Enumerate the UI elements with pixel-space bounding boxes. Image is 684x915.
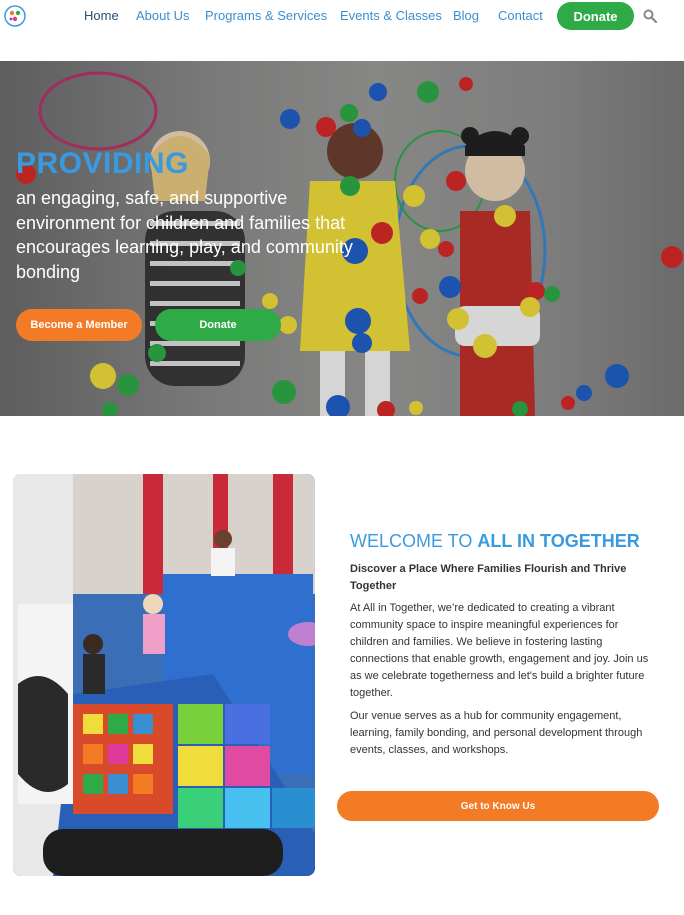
nav-about-us[interactable]: About Us bbox=[136, 8, 189, 23]
play-area-image bbox=[13, 474, 315, 876]
nav-blog[interactable]: Blog bbox=[453, 8, 479, 23]
nav-programs-services[interactable]: Programs & Services bbox=[205, 8, 327, 23]
nav-contact[interactable]: Contact bbox=[498, 8, 543, 23]
welcome-heading-strong: ALL IN TOGETHER bbox=[477, 531, 640, 551]
welcome-heading: WELCOME TO ALL IN TOGETHER bbox=[350, 531, 640, 552]
hero-subtitle: an engaging, safe, and supportive enviro… bbox=[16, 188, 353, 282]
nav-home[interactable]: Home bbox=[84, 8, 119, 23]
nav-events-classes[interactable]: Events & Classes bbox=[340, 8, 442, 23]
become-member-button[interactable]: Become a Member bbox=[16, 309, 142, 341]
top-navigation: Home About Us Programs & Services Events… bbox=[0, 0, 684, 34]
hero-title: PROVIDING bbox=[16, 147, 189, 180]
welcome-subheading: Discover a Place Where Families Flourish… bbox=[350, 563, 627, 592]
search-icon[interactable] bbox=[643, 9, 657, 23]
play-area-photo bbox=[13, 474, 315, 876]
welcome-paragraph-1: At All in Together, we’re dedicated to c… bbox=[350, 602, 649, 699]
welcome-heading-prefix: WELCOME TO bbox=[350, 531, 478, 551]
logo-icon[interactable] bbox=[3, 4, 27, 28]
hero-donate-button[interactable]: Donate bbox=[155, 309, 281, 341]
donate-nav-button[interactable]: Donate bbox=[557, 2, 634, 30]
welcome-paragraph-2: Our venue serves as a hub for community … bbox=[350, 710, 643, 756]
hero-banner: PROVIDING an engaging, safe, and support… bbox=[0, 61, 684, 416]
get-to-know-us-button[interactable]: Get to Know Us bbox=[337, 791, 659, 821]
